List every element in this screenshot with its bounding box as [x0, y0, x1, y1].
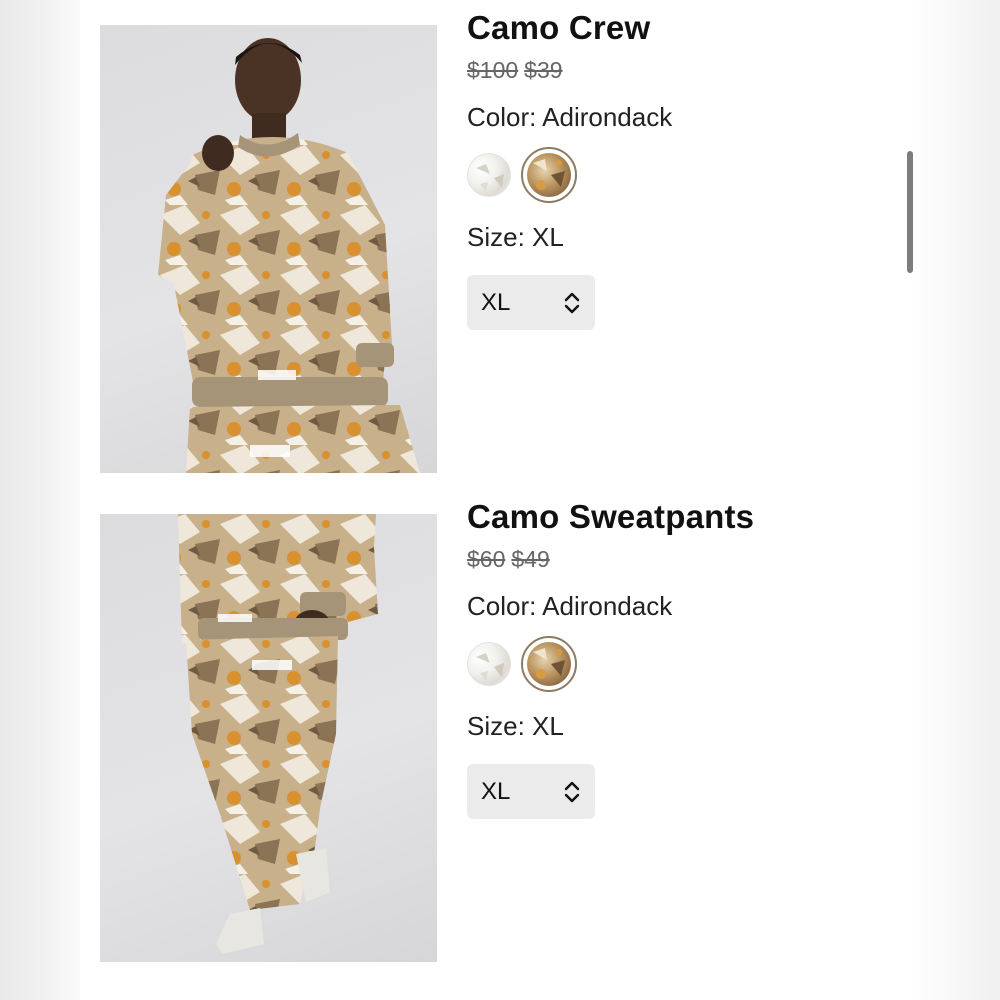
product-image-camo-sweatpants[interactable]	[100, 514, 437, 962]
chevron-up-down-icon	[564, 781, 580, 803]
price-row: $60 $49	[467, 544, 897, 574]
white-camo-pattern-icon	[476, 653, 504, 681]
size-label: Size: XL	[467, 222, 564, 252]
scrollbar-thumb[interactable]	[907, 151, 913, 273]
sale-price: $39	[524, 57, 563, 83]
swatch-adirondack-camo-selected[interactable]	[521, 636, 577, 692]
size-label: Size: XL	[467, 711, 564, 741]
color-label: Color: Adirondack	[467, 591, 673, 621]
swatch-adirondack-camo-selected[interactable]	[521, 147, 577, 203]
size-select[interactable]: XL	[467, 764, 595, 819]
right-page-edge	[910, 0, 1000, 1000]
white-camo-pattern-icon	[476, 164, 504, 192]
size-select-value: XL	[481, 778, 511, 805]
product-list: Camo Crew $100 $39 Color: Adirondack Siz…	[80, 0, 910, 1000]
original-price: $100	[467, 57, 519, 83]
product-card-camo-sweatpants: Camo Sweatpants $60 $49 Color: Adirondack	[100, 498, 900, 964]
left-page-edge	[0, 0, 80, 1000]
sale-price: $49	[511, 546, 550, 572]
size-select-value: XL	[481, 289, 511, 316]
model-in-camo-sweatpants-illustration	[178, 514, 378, 954]
size-select[interactable]: XL	[467, 275, 595, 330]
price-row: $100 $39	[467, 55, 897, 85]
color-swatches	[467, 636, 897, 692]
original-price: $60	[467, 546, 506, 572]
color-label: Color: Adirondack	[467, 102, 673, 132]
product-title[interactable]: Camo Crew	[467, 9, 897, 47]
adirondack-camo-pattern-icon	[527, 153, 571, 197]
color-swatches	[467, 147, 897, 203]
product-info: Camo Crew $100 $39 Color: Adirondack Siz…	[467, 9, 897, 330]
product-title[interactable]: Camo Sweatpants	[467, 498, 897, 536]
product-image-camo-crew[interactable]	[100, 25, 437, 473]
model-in-camo-crew-illustration	[158, 38, 420, 473]
swatch-white-camo[interactable]	[467, 153, 511, 197]
product-info: Camo Sweatpants $60 $49 Color: Adirondack	[467, 498, 897, 819]
product-card-camo-crew: Camo Crew $100 $39 Color: Adirondack Siz…	[100, 9, 900, 475]
adirondack-camo-pattern-icon	[527, 642, 571, 686]
swatch-white-camo[interactable]	[467, 642, 511, 686]
chevron-up-down-icon	[564, 292, 580, 314]
